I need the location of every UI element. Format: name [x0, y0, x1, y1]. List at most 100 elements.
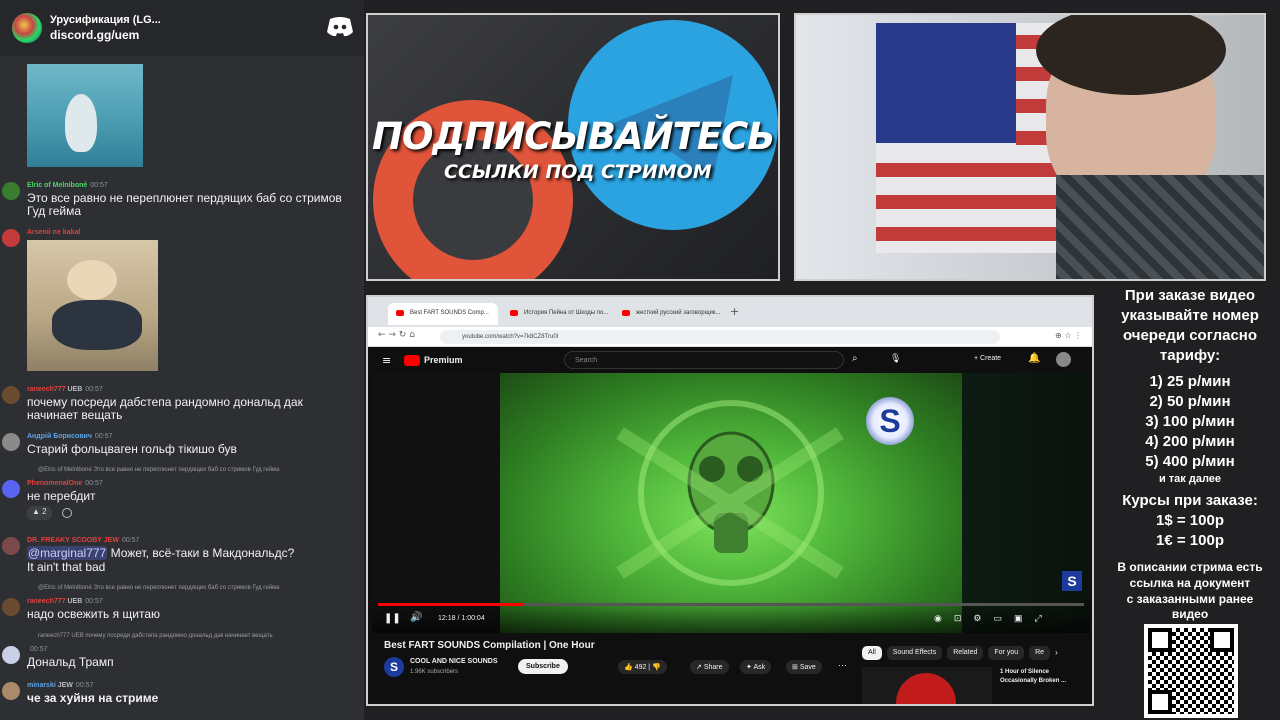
create-button[interactable]: + Create	[974, 355, 1001, 362]
mention[interactable]: @marginal777	[27, 546, 108, 560]
browser-tab-bar: Best FART SOUNDS Comp... История Пейна о…	[368, 297, 1092, 327]
reaction-emoji-icon: ▲	[32, 507, 43, 516]
role-badge: UEB	[67, 598, 83, 605]
avatar	[2, 682, 20, 700]
avatar	[2, 182, 20, 200]
chip-sound-effects[interactable]: Sound Effects	[886, 646, 943, 660]
chevron-right-icon[interactable]: ›	[1055, 646, 1058, 660]
search-input[interactable]: Search	[564, 351, 844, 369]
promo-subline: ССЫЛКИ ПОД СТРИМОМ	[444, 161, 712, 183]
more-actions-icon[interactable]: ⋯	[838, 660, 847, 671]
fx-title: Курсы при заказе:	[1122, 492, 1258, 509]
play-pause-icon[interactable]: ❚❚	[384, 613, 401, 624]
search-icon[interactable]: ⌕	[852, 353, 858, 364]
avatar	[2, 229, 20, 247]
save-button[interactable]: ⊞ Save	[786, 660, 822, 674]
recommended-title[interactable]: 1 Hour of Silence Occasionally Broken ..…	[1000, 668, 1080, 686]
stream-layout: Урусификация (LG... discord.gg/uem Elric…	[0, 0, 1280, 720]
qr-code-icon[interactable]	[1144, 624, 1238, 718]
role-badge: JEW	[57, 682, 73, 689]
avatar	[2, 598, 20, 616]
note-line: ссылка на документ	[1129, 576, 1251, 590]
avatar[interactable]	[1056, 352, 1071, 367]
chip-all[interactable]: All	[862, 646, 882, 660]
subscribe-button[interactable]: Subscribe	[518, 659, 568, 674]
volume-icon[interactable]: 🔊	[410, 612, 422, 623]
hamburger-menu-icon[interactable]: ≡	[382, 354, 391, 367]
intro-line: очереди согласно	[1122, 327, 1258, 344]
message-text: Старий фольцваген гольф тікишо був	[27, 442, 237, 456]
message-text: It ain't that bad	[27, 560, 106, 574]
message-text: че за хуйня на стриме	[27, 691, 159, 705]
video-frame: S	[500, 373, 962, 633]
rate-line: 4) 200 р/мин	[1145, 433, 1235, 450]
video-title: Best FART SOUNDS Compilation | One Hour	[384, 640, 595, 651]
new-tab-icon[interactable]: +	[730, 305, 739, 318]
video-side-area: S	[962, 373, 1090, 633]
username: Elric of Melniboné	[27, 182, 88, 189]
channel-name[interactable]: COOL AND NICE SOUNDS	[410, 658, 498, 665]
role-badge: UEB	[67, 386, 83, 393]
username: Arsenii ne kakal	[27, 229, 81, 236]
browser-tab[interactable]: жесткий русский заговорщик...	[614, 303, 722, 325]
timestamp: 00:57	[94, 433, 113, 440]
player-controls: ❚❚ 🔊 12:18 / 1:00:04 ◉⊡⚙▭▣⤢	[372, 601, 1090, 633]
time-display: 12:18 / 1:00:04	[438, 615, 485, 622]
reaction[interactable]: ▲ 2	[27, 506, 52, 520]
channel-logo-icon: S	[1062, 571, 1082, 591]
subscriber-count: 1.96K subscribers	[410, 669, 459, 675]
like-button[interactable]: 👍 492 | 👎	[618, 660, 667, 674]
image-attachment[interactable]	[27, 64, 143, 167]
reaction-count: 2	[42, 507, 47, 516]
note-line: с заказанными ранее	[1126, 592, 1254, 606]
message-text: Дональд Трамп	[27, 655, 114, 669]
webcam-feed	[794, 13, 1266, 281]
channel-avatar[interactable]: S	[384, 657, 404, 677]
browser-window: Best FART SOUNDS Comp... История Пейна о…	[366, 295, 1094, 706]
browser-extensions-icon[interactable]: ⊕ ☆ ⋮	[1055, 331, 1082, 340]
share-button[interactable]: ↗ Share	[690, 660, 729, 674]
username: raneech777	[27, 598, 66, 605]
reply-preview[interactable]: @Elric of Melniboné Это все равно не пер…	[38, 585, 280, 591]
message-text: @marginal777 Может, всё-таки в Макдональ…	[27, 546, 295, 560]
mic-icon[interactable]: 🎙	[890, 353, 901, 364]
youtube-header: ≡ Premium Search ⌕ 🎙 + Create 🔔	[368, 347, 1092, 373]
browser-tab[interactable]: Best FART SOUNDS Comp...	[388, 303, 498, 325]
rate-line: 1) 25 р/мин	[1149, 373, 1231, 390]
timestamp: 00:57	[85, 386, 103, 393]
add-reaction-icon[interactable]	[62, 508, 72, 518]
channel-watermark-icon: S	[866, 397, 914, 445]
username: DR. FREAKY SCOOBY JEW	[27, 537, 119, 544]
rate-line: 2) 50 р/мин	[1149, 393, 1231, 410]
chip-related[interactable]: Related	[947, 646, 984, 660]
avatar	[2, 537, 20, 555]
message-text: надо освежить я щитаю	[27, 607, 161, 621]
timestamp: 00:57	[30, 646, 48, 653]
video-player[interactable]: S S ❚❚ 🔊 12:18 / 1:00:04 ◉⊡⚙▭▣⤢	[372, 373, 1090, 633]
address-bar-row: ← → ↻ ⌂ youtube.com/watch?v=7k8CZ8Tru0I …	[368, 327, 1092, 347]
note-line: видео	[1171, 607, 1209, 621]
timestamp: 00:57	[85, 480, 103, 487]
progress-bar[interactable]	[378, 603, 1084, 606]
intro-line: тарифу:	[1159, 347, 1221, 364]
ask-button[interactable]: ✦ Ask	[740, 660, 772, 674]
browser-tab[interactable]: История Пейна от Шкоды по...	[502, 303, 610, 325]
rate-line: 3) 100 р/мин	[1145, 413, 1235, 430]
player-settings-icons[interactable]: ◉⊡⚙▭▣⤢	[934, 613, 1054, 624]
message-text: почему посреди дабстепа рандомно дональд…	[27, 395, 303, 422]
invite-link[interactable]: discord.gg/uem	[50, 28, 161, 42]
url-input[interactable]: youtube.com/watch?v=7k8CZ8Tru0I	[440, 330, 1000, 344]
chip-more[interactable]: Re	[1029, 646, 1051, 660]
recommended-thumbnail[interactable]	[862, 667, 992, 704]
timestamp: 00:57	[75, 682, 94, 689]
image-attachment[interactable]	[27, 240, 158, 371]
reply-preview[interactable]: raneech777 UEB почему посреди дабстепа р…	[38, 633, 273, 639]
chip-for-you[interactable]: For you	[988, 646, 1025, 660]
timestamp: 00:57	[85, 598, 103, 605]
nav-buttons-icon[interactable]: ← → ↻ ⌂	[378, 330, 415, 340]
avatar	[2, 386, 20, 404]
avatar	[2, 433, 20, 451]
reply-preview[interactable]: @Elric of Melniboné Это все равно не пер…	[38, 467, 280, 473]
youtube-logo-icon[interactable]	[404, 355, 420, 366]
notifications-icon[interactable]: 🔔	[1028, 353, 1040, 364]
